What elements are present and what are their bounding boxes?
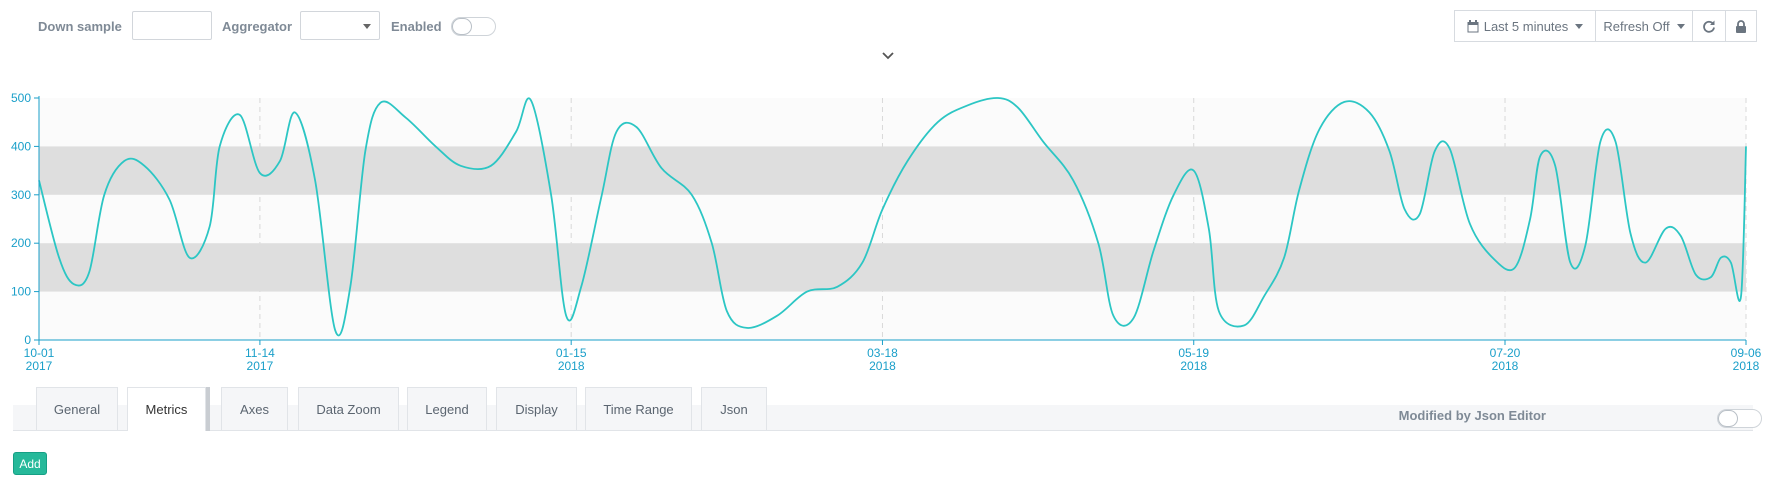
x-tick-label-year: 2018 [1492,359,1519,373]
aggregator-select[interactable] [300,11,380,40]
refresh-button[interactable] [1692,10,1726,42]
calendar-icon [1467,19,1479,32]
tab-display[interactable]: Display [496,387,577,430]
lock-icon [1736,19,1746,33]
tab-label: Axes [240,401,269,417]
tab-time-range[interactable]: Time Range [585,387,692,430]
chevron-down-icon[interactable] [882,52,894,60]
toggle-knob [1718,410,1738,427]
caret-down-icon [363,24,371,29]
x-tick-label-year: 2018 [1733,359,1760,373]
tab-axes[interactable]: Axes [221,387,288,430]
x-tick-label-year: 2017 [247,359,274,373]
refresh-icon [1703,20,1715,33]
tab-data-zoom[interactable]: Data Zoom [298,387,399,430]
tab-legend[interactable]: Legend [407,387,487,430]
x-tick-label-year: 2017 [26,359,53,373]
enabled-label: Enabled [391,19,442,34]
toggle-knob [452,18,472,35]
time-range-label: Last 5 minutes [1483,18,1569,34]
down-sample-input[interactable] [132,11,212,40]
y-tick-label: 100 [11,285,31,299]
add-button[interactable]: Add [13,452,47,475]
y-tick-label: 200 [11,236,31,250]
tab-label: General [53,401,101,417]
x-tick-label-date: 03-18 [867,346,898,360]
down-sample-label: Down sample [38,19,122,34]
aggregator-label: Aggregator [222,19,293,34]
y-tick-label: 400 [11,139,31,153]
enabled-toggle[interactable] [451,17,496,36]
tab-json[interactable]: Json [701,387,767,430]
query-toolbar: Down sample Aggregator Enabled Last 5 mi… [0,10,1776,42]
tab-label: Display [515,401,558,417]
json-editor-toggle[interactable] [1717,409,1762,428]
x-tick-label-date: 09-06 [1731,346,1762,360]
plot-area [39,98,1746,340]
x-tick-label-date: 11-14 [245,346,275,360]
y-tick-label: 500 [11,91,31,105]
refresh-interval-picker[interactable]: Refresh Off [1595,10,1693,42]
y-tick-label: 0 [24,333,31,347]
x-tick-label-year: 2018 [869,359,896,373]
x-tick-label-date: 07-20 [1490,346,1521,360]
tab-label: Data Zoom [316,401,381,417]
x-tick-label-date: 01-15 [556,346,587,360]
tab-general[interactable]: General [36,387,118,430]
tab-label: Time Range [603,401,674,417]
tab-label: Legend [425,401,469,417]
time-range-picker[interactable]: Last 5 minutes [1454,10,1596,42]
x-tick-label-year: 2018 [1180,359,1207,373]
band [39,243,1746,292]
line-chart: 0100200300400500 10-01201711-14201701-15… [11,91,1762,373]
x-tick-label-date: 05-19 [1178,346,1209,360]
add-button-label: Add [19,456,41,471]
y-tick-label: 300 [11,188,31,202]
caret-down-icon [1676,23,1685,29]
lock-button[interactable] [1725,10,1757,42]
json-editor-label: Modified by Json Editor [1398,408,1546,423]
x-tick-label-date: 10-01 [24,346,55,360]
tab-metrics[interactable]: Metrics [127,387,206,431]
tab-label: Json [720,401,748,417]
refresh-interval-label: Refresh Off [1603,18,1670,34]
tab-label: Metrics [145,402,188,417]
x-tick-label-year: 2018 [558,359,585,373]
caret-down-icon [1575,23,1584,29]
